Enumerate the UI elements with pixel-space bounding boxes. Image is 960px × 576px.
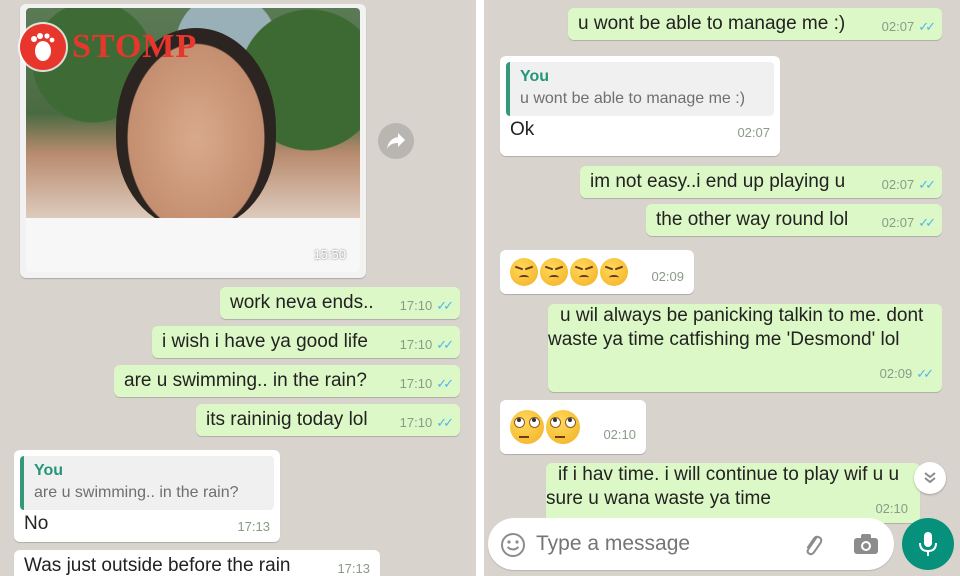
emoji-icon[interactable] — [500, 532, 526, 558]
message-time: 02:07 — [881, 215, 915, 230]
message-text: the other way round lol — [656, 209, 849, 230]
footprint-icon — [20, 24, 66, 70]
message-text: work neva ends.. — [230, 292, 374, 313]
message-time: 17:10 — [399, 415, 433, 430]
angry-face-icon — [540, 258, 568, 286]
attach-icon[interactable] — [800, 532, 826, 558]
message-text: are u swimming.. in the rain? — [124, 370, 367, 391]
angry-face-icon — [600, 258, 628, 286]
quoted-sender: You — [34, 462, 64, 479]
message-time: 17:10 — [399, 376, 433, 391]
eye-roll-emoji-group — [510, 410, 580, 444]
message-time: 02:10 — [603, 427, 636, 442]
photo-towel — [26, 218, 360, 272]
message-time: 02:09 — [651, 269, 684, 284]
message-bubble[interactable]: u wont be able to manage me :) 02:07 ✓✓ — [568, 8, 942, 40]
message-text: u wont be able to manage me :) — [578, 13, 846, 34]
emoji-message-bubble[interactable]: 02:10 — [500, 400, 646, 454]
message-text: its raininig today lol — [206, 409, 368, 430]
left-chat-screenshot: 15:50 STOMP work neva ends.. 17:10 ✓✓ i w… — [0, 0, 476, 576]
message-time: 17:10 — [399, 337, 433, 352]
message-bubble[interactable]: i wish i have ya good life 17:10 ✓✓ — [152, 326, 460, 358]
photo-timestamp: 15:50 — [313, 247, 346, 262]
microphone-icon — [919, 532, 937, 556]
forward-icon — [387, 133, 405, 149]
message-text: No — [24, 513, 49, 534]
read-ticks-icon: ✓✓ — [918, 215, 936, 230]
logo-text: STOMP — [72, 28, 198, 65]
message-text: u wil always be panicking talkin to me. … — [548, 305, 924, 350]
message-bubble[interactable]: its raininig today lol 17:10 ✓✓ — [196, 404, 460, 436]
read-ticks-icon: ✓✓ — [436, 337, 454, 352]
message-bubble[interactable]: the other way round lol 02:07 ✓✓ — [646, 204, 942, 236]
quoted-message[interactable]: You u wont be able to manage me :) — [506, 62, 774, 116]
read-ticks-icon: ✓✓ — [918, 177, 936, 192]
quoted-text: u wont be able to manage me :) — [520, 90, 746, 107]
face-rolling-eyes-icon — [510, 410, 544, 444]
quoted-sender: You — [520, 68, 550, 85]
message-time: 02:10 — [875, 501, 908, 516]
emoji-message-bubble[interactable]: 02:09 — [500, 250, 694, 294]
message-time: 17:13 — [237, 519, 270, 534]
message-bubble[interactable]: if i hav time. i will continue to play w… — [546, 463, 920, 523]
message-time: 02:07 — [737, 125, 770, 140]
scroll-down-button[interactable] — [914, 462, 946, 494]
message-text: Ok — [510, 119, 535, 140]
message-input[interactable] — [536, 532, 776, 556]
message-time: 02:07 — [881, 177, 915, 192]
voice-message-button[interactable] — [902, 518, 954, 570]
face-rolling-eyes-icon — [546, 410, 580, 444]
read-ticks-icon: ✓✓ — [436, 376, 454, 391]
read-ticks-icon: ✓✓ — [436, 415, 454, 430]
message-compose-bar[interactable] — [488, 518, 894, 570]
angry-emoji-group — [510, 258, 628, 286]
read-ticks-icon: ✓✓ — [436, 298, 454, 313]
reply-message-bubble[interactable]: You are u swimming.. in the rain? No 17:… — [14, 450, 280, 542]
message-time: 02:09 — [879, 366, 913, 381]
message-text: Was just outside before the rain — [24, 555, 291, 576]
message-bubble[interactable]: u wil always be panicking talkin to me. … — [548, 304, 942, 392]
message-bubble[interactable]: im not easy..i end up playing u 02:07 ✓✓ — [580, 166, 942, 198]
camera-icon[interactable] — [852, 532, 880, 556]
message-time: 17:10 — [399, 298, 433, 313]
message-bubble[interactable]: are u swimming.. in the rain? 17:10 ✓✓ — [114, 365, 460, 397]
read-ticks-icon: ✓✓ — [918, 19, 936, 34]
quoted-text: are u swimming.. in the rain? — [34, 484, 239, 501]
right-chat-screenshot: u wont be able to manage me :) 02:07 ✓✓ Y… — [484, 0, 960, 576]
message-text: im not easy..i end up playing u — [590, 171, 846, 192]
message-text: i wish i have ya good life — [162, 331, 368, 352]
message-time: 02:07 — [881, 19, 915, 34]
message-text: if i hav time. i will continue to play w… — [546, 464, 900, 509]
reply-message-bubble[interactable]: You u wont be able to manage me :) Ok 02… — [500, 56, 780, 156]
quoted-message[interactable]: You are u swimming.. in the rain? — [20, 456, 274, 510]
message-time: 17:13 — [337, 561, 370, 576]
angry-face-icon — [510, 258, 538, 286]
forward-button[interactable] — [378, 123, 414, 159]
stomp-logo: STOMP — [20, 24, 197, 70]
angry-face-icon — [570, 258, 598, 286]
message-bubble[interactable]: Was just outside before the rain 17:13 — [14, 550, 380, 576]
double-chevron-down-icon — [924, 472, 936, 484]
read-ticks-icon: ✓✓ — [916, 366, 934, 381]
message-bubble[interactable]: work neva ends.. 17:10 ✓✓ — [220, 287, 460, 319]
